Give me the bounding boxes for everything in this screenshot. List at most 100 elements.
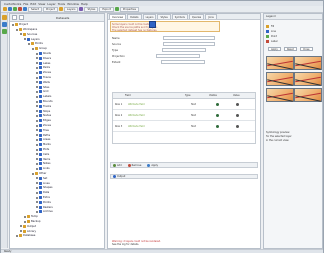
tree-node[interactable]: Lakes (36, 61, 50, 65)
open-folder-icon[interactable] (8, 7, 12, 11)
expand-toggle-icon[interactable] (36, 119, 38, 122)
tree-node[interactable]: Data (36, 191, 49, 195)
column-header[interactable]: Type (185, 94, 209, 97)
tree-node[interactable]: Temp (24, 215, 38, 219)
tab-overview[interactable]: Overview (109, 14, 127, 19)
legend-apply-button[interactable]: Apply (268, 47, 281, 51)
tree-node[interactable]: Zones (36, 124, 51, 128)
menu-item-file[interactable]: File (23, 2, 28, 6)
toolbar-button-export[interactable]: Export (99, 6, 114, 12)
output-section-header[interactable]: Output (110, 174, 258, 179)
value-radio[interactable] (236, 103, 239, 106)
tree-node[interactable]: Backup (24, 220, 41, 224)
expand-toggle-icon[interactable] (36, 162, 38, 165)
expand-toggle-icon[interactable] (24, 215, 26, 218)
column-header[interactable]: Value (233, 94, 253, 97)
legend-row[interactable]: Point (266, 34, 277, 38)
legend-row[interactable]: Label (266, 39, 277, 43)
tree-node[interactable]: Output (20, 224, 36, 229)
tab-joins[interactable]: Joins (205, 14, 217, 19)
expand-toggle-icon[interactable] (36, 158, 38, 161)
tree-node[interactable]: Links (36, 167, 50, 171)
tree-node[interactable]: Paths (36, 133, 50, 137)
symbol-preview-thumbnail[interactable] (266, 72, 294, 86)
expand-toggle-icon[interactable] (36, 153, 38, 156)
tree-node[interactable]: Group (32, 47, 47, 51)
tree-node[interactable]: Rivers (36, 56, 51, 61)
tree-node[interactable]: Archive (36, 210, 53, 214)
apply-button[interactable]: Apply (147, 163, 158, 167)
symbol-preview-thumbnail[interactable] (266, 88, 294, 102)
tree-node[interactable]: Marks (36, 143, 51, 147)
value-radio[interactable] (236, 125, 239, 128)
extent-field[interactable] (161, 60, 206, 64)
expand-toggle-icon[interactable] (36, 66, 38, 69)
menu-item-tools[interactable]: Tools (58, 2, 65, 6)
expand-toggle-icon[interactable] (36, 143, 38, 146)
tree-node[interactable]: Grid (36, 90, 48, 94)
dock-tab-icon[interactable] (2, 15, 7, 20)
expand-toggle-icon[interactable] (36, 71, 38, 74)
menu-item-window[interactable]: Window (67, 2, 79, 6)
toolbar-button-properties[interactable]: Properties (119, 6, 139, 12)
menu-item-edit[interactable]: Edit (30, 2, 36, 6)
tab-details[interactable]: Details (127, 14, 142, 19)
expand-toggle-icon[interactable] (36, 191, 38, 194)
expand-toggle-icon[interactable] (36, 148, 38, 151)
column-header[interactable]: Field (125, 94, 185, 97)
properties-icon[interactable] (114, 7, 119, 11)
toolbar-button-styles[interactable]: Styles (84, 6, 99, 12)
expand-toggle-icon[interactable] (20, 225, 22, 228)
tree-node[interactable]: Points (28, 42, 43, 46)
symbol-preview-thumbnail[interactable] (294, 88, 322, 102)
tree-node[interactable]: Other (32, 172, 46, 176)
tree-node[interactable]: Shapes (36, 186, 52, 190)
expand-toggle-icon[interactable] (20, 33, 22, 36)
tree-node[interactable]: Points (36, 200, 51, 205)
expand-toggle-icon[interactable] (36, 95, 38, 98)
expand-toggle-icon[interactable] (32, 172, 34, 175)
expand-toggle-icon[interactable] (36, 105, 38, 108)
toolbar-button-project[interactable]: Project (43, 6, 58, 12)
tree-node[interactable]: Lines (36, 181, 50, 185)
tree-node[interactable]: Cells (36, 152, 49, 157)
collapse-all-icon[interactable] (12, 15, 17, 20)
dock-tab-icon[interactable] (2, 29, 7, 34)
tree-node[interactable]: Database (16, 234, 35, 238)
expand-toggle-icon[interactable] (16, 28, 18, 31)
legend-reset-button[interactable]: Reset (284, 47, 297, 51)
expand-toggle-icon[interactable] (36, 110, 38, 113)
tab-styles[interactable]: Styles (157, 14, 171, 19)
tab-layers[interactable]: Layers (142, 14, 157, 19)
tree-node[interactable]: Plots (36, 148, 49, 152)
tree-node[interactable]: Items (36, 157, 50, 161)
table-row[interactable]: Row 1 Attribute field Text (113, 100, 255, 110)
expand-toggle-icon[interactable] (36, 206, 38, 209)
tree-node[interactable]: Project (12, 23, 28, 27)
legend-row[interactable]: Fill (266, 24, 274, 28)
delete-icon[interactable] (18, 7, 22, 11)
table-row[interactable]: Row 2 Attribute field Text (113, 111, 255, 121)
tree-node[interactable]: Edges (36, 119, 51, 123)
tree-node[interactable]: Tracks (36, 104, 51, 109)
expand-all-icon[interactable] (19, 15, 24, 20)
tree-node[interactable]: Set (36, 176, 47, 181)
expand-toggle-icon[interactable] (36, 114, 38, 117)
expand-toggle-icon[interactable] (16, 234, 18, 237)
legend-row[interactable]: Line (266, 29, 276, 33)
symbol-preview-thumbnail[interactable] (294, 72, 322, 86)
expand-toggle-icon[interactable] (36, 134, 38, 137)
menu-item-help[interactable]: Help (81, 2, 88, 6)
expand-toggle-icon[interactable] (32, 47, 34, 50)
add-row-button[interactable]: Add (113, 163, 122, 167)
expand-toggle-icon[interactable] (36, 62, 38, 65)
expand-toggle-icon[interactable] (24, 220, 26, 223)
expand-toggle-icon[interactable] (36, 124, 38, 127)
tree-node[interactable]: Areas (36, 138, 50, 142)
tree-node[interactable]: Extra (36, 196, 50, 200)
visible-radio[interactable] (216, 125, 219, 128)
symbol-preview-thumbnail[interactable] (266, 56, 294, 70)
tree-node[interactable]: Notes (36, 162, 51, 166)
tab-queries[interactable]: Queries (188, 14, 205, 19)
expand-toggle-icon[interactable] (36, 177, 38, 180)
